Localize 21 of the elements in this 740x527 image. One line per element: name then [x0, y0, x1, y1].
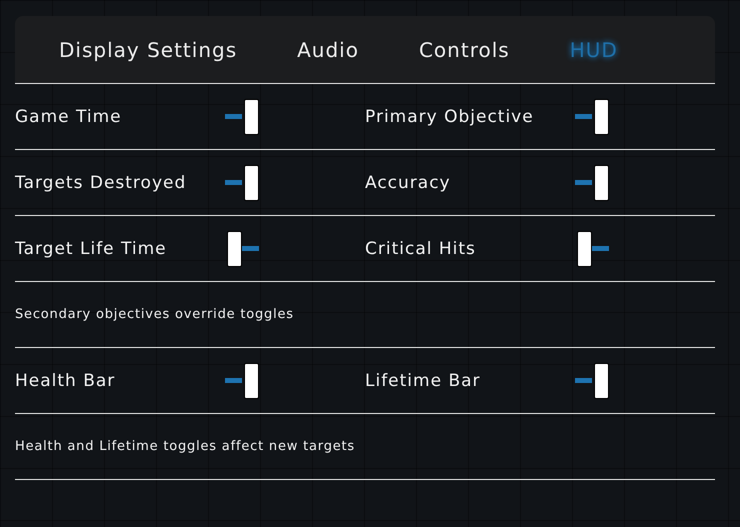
setting-label: Health Bar — [15, 370, 116, 390]
note-text: Health and Lifetime toggles affect new targets — [15, 439, 356, 454]
toggle-switch[interactable] — [225, 164, 259, 200]
toggle-switch[interactable] — [575, 98, 609, 134]
tab[interactable]: Controls — [418, 38, 510, 62]
toggle-switch[interactable] — [575, 164, 609, 200]
toggle-switch[interactable] — [225, 98, 259, 134]
tab[interactable]: Audio — [297, 38, 359, 62]
tab[interactable]: Display Settings — [59, 38, 238, 62]
setting-label: Target Life Time — [15, 238, 168, 258]
toggle-switch[interactable] — [225, 230, 259, 266]
toggle-switch[interactable] — [575, 362, 609, 398]
setting-label: Critical Hits — [365, 238, 477, 258]
setting-label: Primary Objective — [365, 106, 535, 126]
toggle-switch[interactable] — [575, 230, 609, 266]
toggle-switch[interactable] — [225, 362, 259, 398]
setting-label: Lifetime Bar — [365, 370, 482, 390]
setting-label: Targets Destroyed — [15, 172, 188, 192]
setting-label: Accuracy — [365, 172, 452, 192]
setting-label: Game Time — [15, 106, 123, 126]
note-text: Secondary objectives override toggles — [15, 307, 294, 322]
